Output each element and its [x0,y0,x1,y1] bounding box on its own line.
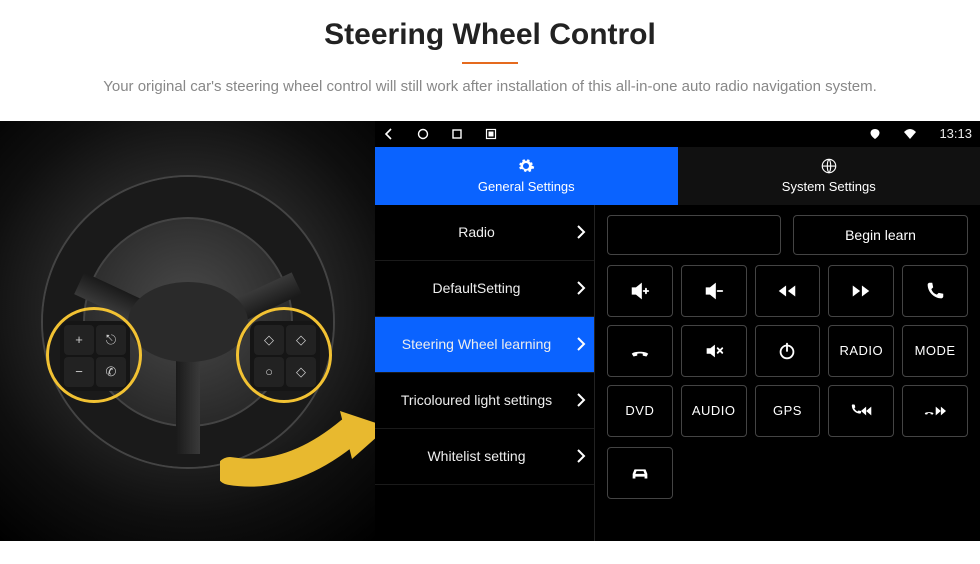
phone-prev-button[interactable] [828,385,894,437]
menu-item-steering-wheel-learning[interactable]: Steering Wheel learning [375,317,594,373]
menu-label: Steering Wheel learning [402,336,551,353]
screenshot-icon[interactable] [485,128,497,140]
wheel-key-right: ◇ [286,325,316,355]
learning-panel: Begin learn [595,205,980,541]
gear-icon [517,157,535,175]
globe-icon [820,157,838,175]
page-title: Steering Wheel Control [40,18,940,52]
page-header: Steering Wheel Control Your original car… [0,0,980,109]
car-button[interactable] [607,447,673,499]
chevron-right-icon [576,393,586,407]
wheel-key-plus: + [64,325,94,355]
mode-button[interactable]: MODE [902,325,968,377]
volume-down-button[interactable] [681,265,747,317]
power-button[interactable] [755,325,821,377]
title-rule [462,62,518,64]
menu-item-radio[interactable]: Radio [375,205,594,261]
mute-button[interactable] [681,325,747,377]
prev-track-button[interactable] [755,265,821,317]
wheel-key-minus: − [64,357,94,387]
call-answer-button[interactable] [902,265,968,317]
begin-learn-button[interactable]: Begin learn [793,215,968,255]
settings-tabs: General Settings System Settings [375,147,980,205]
chevron-right-icon [576,337,586,351]
audio-button[interactable]: AUDIO [681,385,747,437]
next-track-button[interactable] [828,265,894,317]
menu-label: Radio [458,224,495,241]
dvd-button[interactable]: DVD [607,385,673,437]
menu-item-whitelist[interactable]: Whitelist setting [375,429,594,485]
car-icon [629,462,651,484]
learning-top-row: Begin learn [607,215,968,255]
phone-icon [924,280,946,302]
volume-up-icon [629,280,651,302]
phone-next-button[interactable] [902,385,968,437]
tab-label: System Settings [782,179,876,194]
nav-back-icon[interactable] [383,128,395,140]
gps-button[interactable]: GPS [755,385,821,437]
wheel-hub [128,282,248,362]
gps-icon [869,128,881,140]
wheel-button-cluster-right: ◇ ◇ ○ ◇ [250,321,320,391]
clock-text: 13:13 [939,126,972,141]
action-grid: RADIO MODE DVD AUDIO GPS [607,265,968,437]
volume-down-icon [703,280,725,302]
menu-item-default-setting[interactable]: DefaultSetting [375,261,594,317]
nav-home-icon[interactable] [417,128,429,140]
wheel-key-voice: ⎋ [96,325,126,355]
phone-next-icon [924,400,946,422]
content-stage: + ⎋ − ✆ ◇ ◇ ○ ◇ [0,121,980,541]
menu-item-tricoloured-light[interactable]: Tricoloured light settings [375,373,594,429]
headunit-screen: 13:13 General Settings System Settings R… [375,121,980,541]
mute-icon [703,340,725,362]
wheel-key-phone: ✆ [96,357,126,387]
action-grid-row4 [607,447,968,499]
key-readout-field [607,215,781,255]
android-statusbar: 13:13 [375,121,980,147]
power-icon [776,340,798,362]
nav-recent-icon[interactable] [451,128,463,140]
tab-label: General Settings [478,179,575,194]
steering-wheel-image: + ⎋ − ✆ ◇ ◇ ○ ◇ [0,121,375,541]
volume-up-button[interactable] [607,265,673,317]
chevron-right-icon [576,281,586,295]
menu-label: DefaultSetting [433,280,521,297]
menu-label: Tricoloured light settings [401,392,552,409]
radio-button[interactable]: RADIO [828,325,894,377]
call-hangup-button[interactable] [607,325,673,377]
menu-label: Whitelist setting [427,448,525,465]
next-icon [850,280,872,302]
wifi-icon [903,128,917,140]
phone-prev-icon [850,400,872,422]
page-subtitle: Your original car's steering wheel contr… [60,76,920,99]
wheel-key-left: ○ [254,357,284,387]
tab-system-settings[interactable]: System Settings [678,147,980,205]
wheel-key-down: ◇ [286,357,316,387]
hangup-icon [629,340,651,362]
chevron-right-icon [576,449,586,463]
settings-menu: Radio DefaultSetting Steering Wheel lear… [375,205,595,541]
chevron-right-icon [576,225,586,239]
wheel-key-up: ◇ [254,325,284,355]
wheel-button-cluster-left: + ⎋ − ✆ [60,321,130,391]
settings-body: Radio DefaultSetting Steering Wheel lear… [375,205,980,541]
tab-general-settings[interactable]: General Settings [375,147,678,205]
prev-icon [776,280,798,302]
